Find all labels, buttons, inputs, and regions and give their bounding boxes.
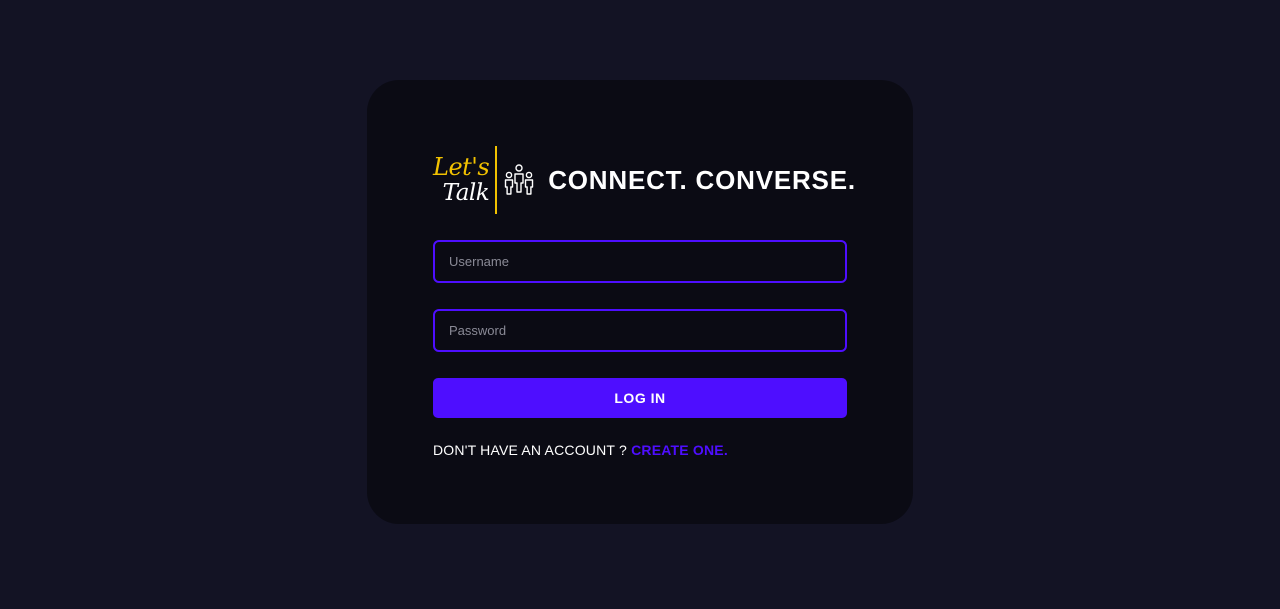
username-input[interactable] [433, 240, 847, 283]
logo-divider [495, 146, 498, 214]
login-card: Let's Talk CONNECT. CONVERSE. LOG IN DON… [367, 80, 913, 524]
people-group-icon [505, 164, 534, 195]
login-button[interactable]: LOG IN [433, 378, 847, 418]
password-input[interactable] [433, 309, 847, 352]
logo-line-2: Talk [442, 180, 490, 206]
brand-tagline: CONNECT. CONVERSE. [548, 164, 856, 195]
logo-line-1: Let's [433, 153, 490, 181]
brand-header: Let's Talk CONNECT. CONVERSE. [433, 146, 856, 214]
signup-prompt: DON'T HAVE AN ACCOUNT ? CREATE ONE. [433, 442, 728, 458]
signup-prompt-text: DON'T HAVE AN ACCOUNT ? [433, 442, 632, 458]
logo: Let's Talk [433, 153, 490, 206]
create-account-link[interactable]: CREATE ONE. [631, 442, 728, 458]
